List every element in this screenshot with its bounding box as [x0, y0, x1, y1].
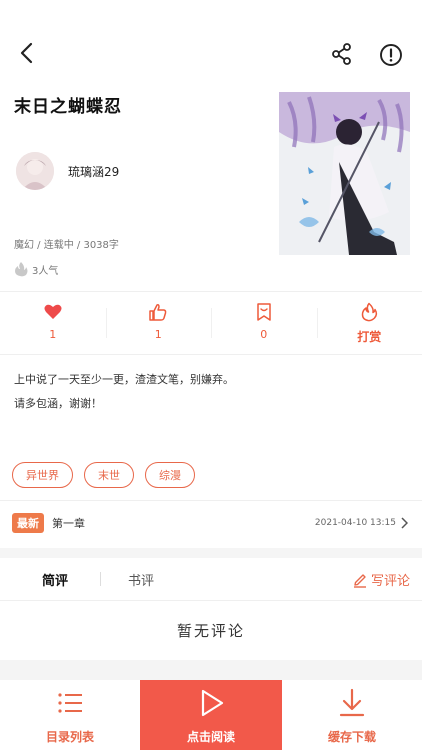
catalog-button[interactable]: 目录列表: [0, 680, 140, 750]
back-arrow-icon[interactable]: [14, 40, 40, 66]
book-meta: 魔幻 / 连载中 / 3038字: [14, 240, 119, 251]
latest-chapter-date: 2021-04-10 13:15: [314, 518, 396, 528]
read-button[interactable]: 点击阅读: [140, 680, 282, 750]
share-icon[interactable]: [330, 42, 354, 66]
section-separator: [0, 548, 422, 558]
empty-comments-text: 暂无评论: [176, 622, 245, 640]
thumb-stat[interactable]: 1: [105, 292, 212, 354]
play-icon: [201, 689, 224, 717]
author-name[interactable]: 琉璃涵29: [68, 163, 119, 180]
latest-chapter-title: 第一章: [52, 517, 85, 530]
collect-count: 0: [260, 328, 268, 341]
tab-divider: [100, 572, 101, 586]
book-description: 上中说了一天至少一更，渣渣文笔，别嫌弃。 请多包涵，谢谢！: [14, 373, 234, 410]
catalog-label: 目录列表: [45, 730, 94, 744]
latest-badge: 最新: [12, 513, 44, 533]
download-button[interactable]: 缓存下载: [282, 680, 422, 750]
section-separator: [0, 660, 422, 680]
comment-tabs: 简评 书评 写评论: [0, 560, 422, 600]
tip-label: 打赏: [357, 330, 382, 344]
download-icon: [339, 688, 365, 717]
collect-stat[interactable]: 0: [211, 292, 317, 354]
download-label: 缓存下载: [327, 730, 376, 744]
author-row[interactable]: 琉璃涵29: [16, 152, 119, 190]
avatar-image: [16, 152, 54, 190]
chevron-right-icon: [401, 517, 408, 529]
report-icon[interactable]: [378, 42, 404, 68]
thumbs-up-icon: [149, 304, 167, 321]
tag-chip[interactable]: 末世: [84, 462, 134, 488]
tab-short-review[interactable]: 简评: [42, 570, 68, 589]
write-comment-label: 写评论: [370, 574, 410, 589]
divider: [0, 500, 422, 501]
bookmark-icon: [257, 303, 271, 321]
divider: [0, 600, 422, 601]
popularity-text: 3人气: [32, 265, 59, 277]
tag-list: 异世界 末世 综漫: [12, 462, 195, 488]
pen-icon: [353, 573, 366, 588]
book-title: 末日之蝴蝶忍: [14, 97, 122, 117]
list-icon: [58, 693, 82, 713]
cover-illustration: [279, 92, 410, 255]
author-avatar[interactable]: [16, 152, 54, 190]
book-cover-image[interactable]: [279, 92, 410, 255]
thumb-count: 1: [154, 328, 162, 341]
tab-book-review[interactable]: 书评: [128, 570, 154, 589]
heart-count: 1: [49, 328, 57, 341]
tip-button[interactable]: 打赏: [316, 292, 422, 354]
heart-icon: [44, 304, 62, 319]
top-bar: [0, 0, 422, 106]
divider: [0, 354, 422, 355]
popularity: 3人气: [12, 261, 58, 277]
tag-chip[interactable]: 综漫: [145, 462, 195, 488]
heart-stat[interactable]: 1: [0, 292, 106, 354]
bottom-action-bar: 目录列表 点击阅读 缓存下载: [0, 680, 422, 750]
write-comment-button[interactable]: 写评论: [352, 570, 410, 589]
stats-row: 1 1 0 打赏: [0, 292, 422, 354]
tag-chip[interactable]: 异世界: [12, 462, 73, 488]
read-label: 点击阅读: [186, 730, 235, 744]
latest-chapter-row[interactable]: 最新 第一章 2021-04-10 13:15: [0, 510, 422, 536]
fire-icon: [362, 302, 378, 322]
flame-icon: [15, 262, 28, 277]
